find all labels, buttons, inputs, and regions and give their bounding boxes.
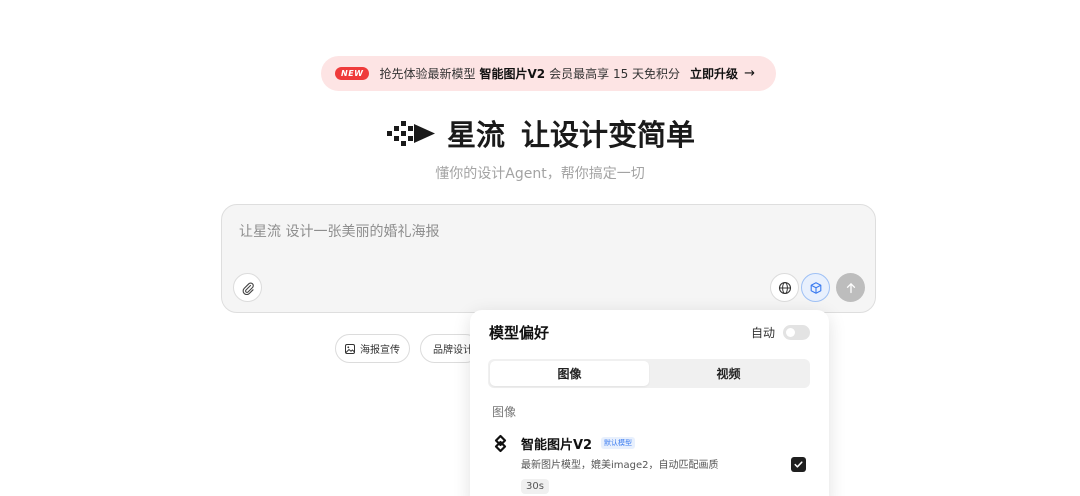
cube-icon [810, 281, 821, 294]
arrow-up-icon [846, 282, 855, 293]
web-search-button[interactable] [770, 273, 799, 302]
page: NEW 抢先体验最新模型 智能图片V2 会员最高享 15 天免积分 立即升级 →… [0, 0, 1080, 496]
model-name[interactable]: 智能图片V2 [521, 434, 592, 453]
upgrade-link[interactable]: 立即升级 [690, 65, 738, 82]
suggestion-chip-poster[interactable]: 海报宣传 [335, 334, 410, 363]
prompt-input[interactable]: 让星流 设计一张美丽的婚礼海报 [239, 221, 439, 241]
tab-video[interactable]: 视频 [649, 361, 808, 386]
popover-title: 模型偏好 [489, 324, 550, 342]
chip-label: 品牌设计 [433, 345, 473, 356]
image-icon [345, 343, 355, 354]
arrow-right-icon: → [744, 66, 755, 81]
hero-title: 星流 让设计变简单 [0, 112, 1080, 154]
hero-slogan: 让设计变简单 [521, 118, 696, 152]
brand-name: 星流 [446, 118, 505, 152]
model-description: 最新图片模型，媲美image2，自动匹配画质 [521, 460, 719, 471]
send-button[interactable] [836, 273, 865, 302]
section-label: 图像 [492, 405, 517, 419]
model-select-button[interactable] [801, 273, 830, 302]
prompt-composer[interactable]: 让星流 设计一张美丽的婚礼海报 [221, 204, 876, 313]
auto-toggle[interactable] [783, 325, 810, 340]
attach-icon [242, 282, 254, 295]
check-icon [794, 461, 803, 468]
hero-subtitle: 懂你的设计Agent，帮你搞定一切 [435, 166, 645, 182]
model-time-badge: 30s [521, 479, 549, 494]
chip-label: 海报宣传 [360, 345, 400, 356]
auto-label: 自动 [751, 326, 776, 340]
model-checkbox[interactable] [791, 457, 806, 472]
promo-text-after: 会员最高享 15 天免积分 [549, 67, 681, 81]
toggle-knob [786, 328, 795, 337]
promo-banner[interactable]: NEW 抢先体验最新模型 智能图片V2 会员最高享 15 天免积分 立即升级 → [321, 56, 776, 91]
media-tabs: 图像 视频 [488, 359, 810, 388]
brand-logo-icon [386, 121, 435, 146]
promo-model-name: 智能图片V2 [479, 67, 546, 81]
globe-icon [778, 281, 791, 294]
tab-image[interactable]: 图像 [490, 361, 649, 386]
attach-button[interactable] [233, 273, 262, 302]
promo-text-before: 抢先体验最新模型 [379, 67, 476, 81]
model-preference-popover: 模型偏好 自动 图像 视频 图像 智能图片V2 默认模型 最新图片模型，媲美im… [470, 310, 829, 496]
new-badge: NEW [335, 67, 370, 80]
model-logo-icon [494, 434, 507, 453]
default-model-tag: 默认模型 [601, 437, 635, 449]
